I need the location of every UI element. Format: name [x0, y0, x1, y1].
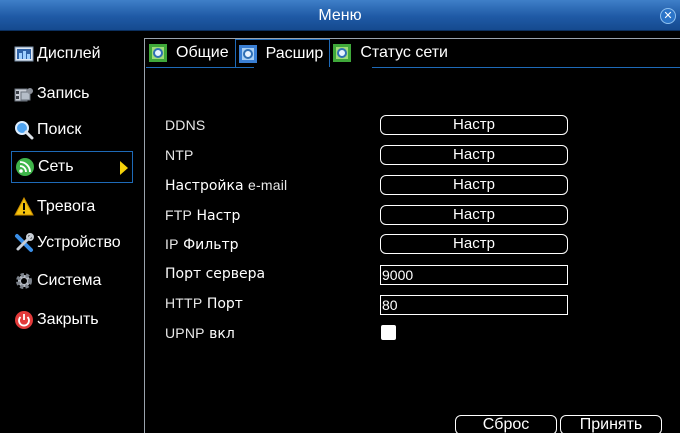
email-label: Настройка e-mail — [165, 177, 288, 194]
upnp-checkbox[interactable] — [381, 325, 396, 340]
sidebar-item-search[interactable]: Поиск — [11, 114, 145, 146]
sidebar-item-alarm[interactable]: Тревога — [11, 191, 145, 223]
system-icon — [14, 271, 34, 291]
sidebar-item-label: Тревога — [37, 198, 96, 215]
close-icon: ✕ — [663, 10, 673, 22]
tab-label: Расшир — [265, 44, 324, 62]
tab-bar: Общие Расшир Статус сети — [146, 39, 454, 67]
record-icon — [14, 84, 34, 104]
ddns-label: DDNS — [165, 117, 206, 133]
sidebar-item-device[interactable]: Устройство — [11, 227, 145, 259]
server-port-field[interactable]: 9000 — [380, 265, 568, 285]
sidebar-item-label: Дисплей — [37, 45, 101, 62]
apply-button[interactable]: Принять — [560, 415, 662, 433]
selected-arrow-icon — [120, 161, 128, 175]
sidebar-item-record[interactable]: Запись — [11, 78, 145, 110]
http-port-field[interactable]: 80 — [380, 295, 568, 315]
sidebar-item-system[interactable]: Система — [11, 265, 145, 297]
tab-status-icon — [332, 43, 352, 63]
ddns-setup-button[interactable]: Настр — [380, 115, 568, 135]
ntp-setup-button[interactable]: Настр — [380, 145, 568, 165]
sidebar-item-network[interactable]: Сеть — [11, 151, 133, 183]
power-icon — [14, 310, 34, 330]
sidebar-item-label: Закрыть — [37, 311, 99, 328]
ip-filter-setup-button[interactable]: Настр — [380, 234, 568, 254]
sidebar-item-label: Устройство — [37, 234, 121, 251]
email-setup-button[interactable]: Настр — [380, 175, 568, 195]
display-icon — [14, 44, 34, 64]
sidebar-item-display[interactable]: Дисплей — [11, 38, 145, 70]
tab-network-status[interactable]: Статус сети — [330, 39, 454, 67]
window-titlebar: Меню ✕ — [0, 0, 680, 31]
ftp-setup-button[interactable]: Настр — [380, 205, 568, 225]
http-port-label: HTTP Порт — [165, 295, 243, 312]
tab-advanced-icon — [238, 44, 258, 64]
sidebar: Дисплей Запись Поиск Сеть Тревога Устрой… — [11, 36, 145, 433]
sidebar-item-label: Сеть — [38, 158, 74, 175]
tab-label: Статус сети — [360, 44, 448, 61]
window-title: Меню — [318, 7, 362, 24]
tab-label: Общие — [176, 44, 229, 61]
tab-advanced[interactable]: Расшир — [234, 39, 331, 67]
ftp-label: FTP Настр — [165, 207, 241, 224]
sidebar-item-label: Запись — [37, 85, 90, 102]
ntp-label: NTP — [165, 147, 194, 163]
device-icon — [14, 233, 34, 253]
upnp-label: UPNP вкл — [165, 325, 235, 342]
close-button[interactable]: ✕ — [660, 8, 676, 24]
tab-general[interactable]: Общие — [146, 39, 235, 67]
reset-button[interactable]: Сброс — [455, 415, 557, 433]
sidebar-item-close[interactable]: Закрыть — [11, 304, 145, 336]
sidebar-item-label: Система — [37, 272, 102, 289]
ip-filter-label: IP Фильтр — [165, 236, 239, 253]
server-port-label: Порт сервера — [165, 266, 266, 282]
alarm-icon — [14, 196, 34, 217]
tab-underline — [372, 67, 680, 68]
network-icon — [15, 157, 35, 177]
tab-general-icon — [148, 43, 168, 63]
search-icon — [14, 120, 34, 140]
sidebar-item-label: Поиск — [37, 121, 82, 138]
tab-underline — [146, 67, 254, 68]
